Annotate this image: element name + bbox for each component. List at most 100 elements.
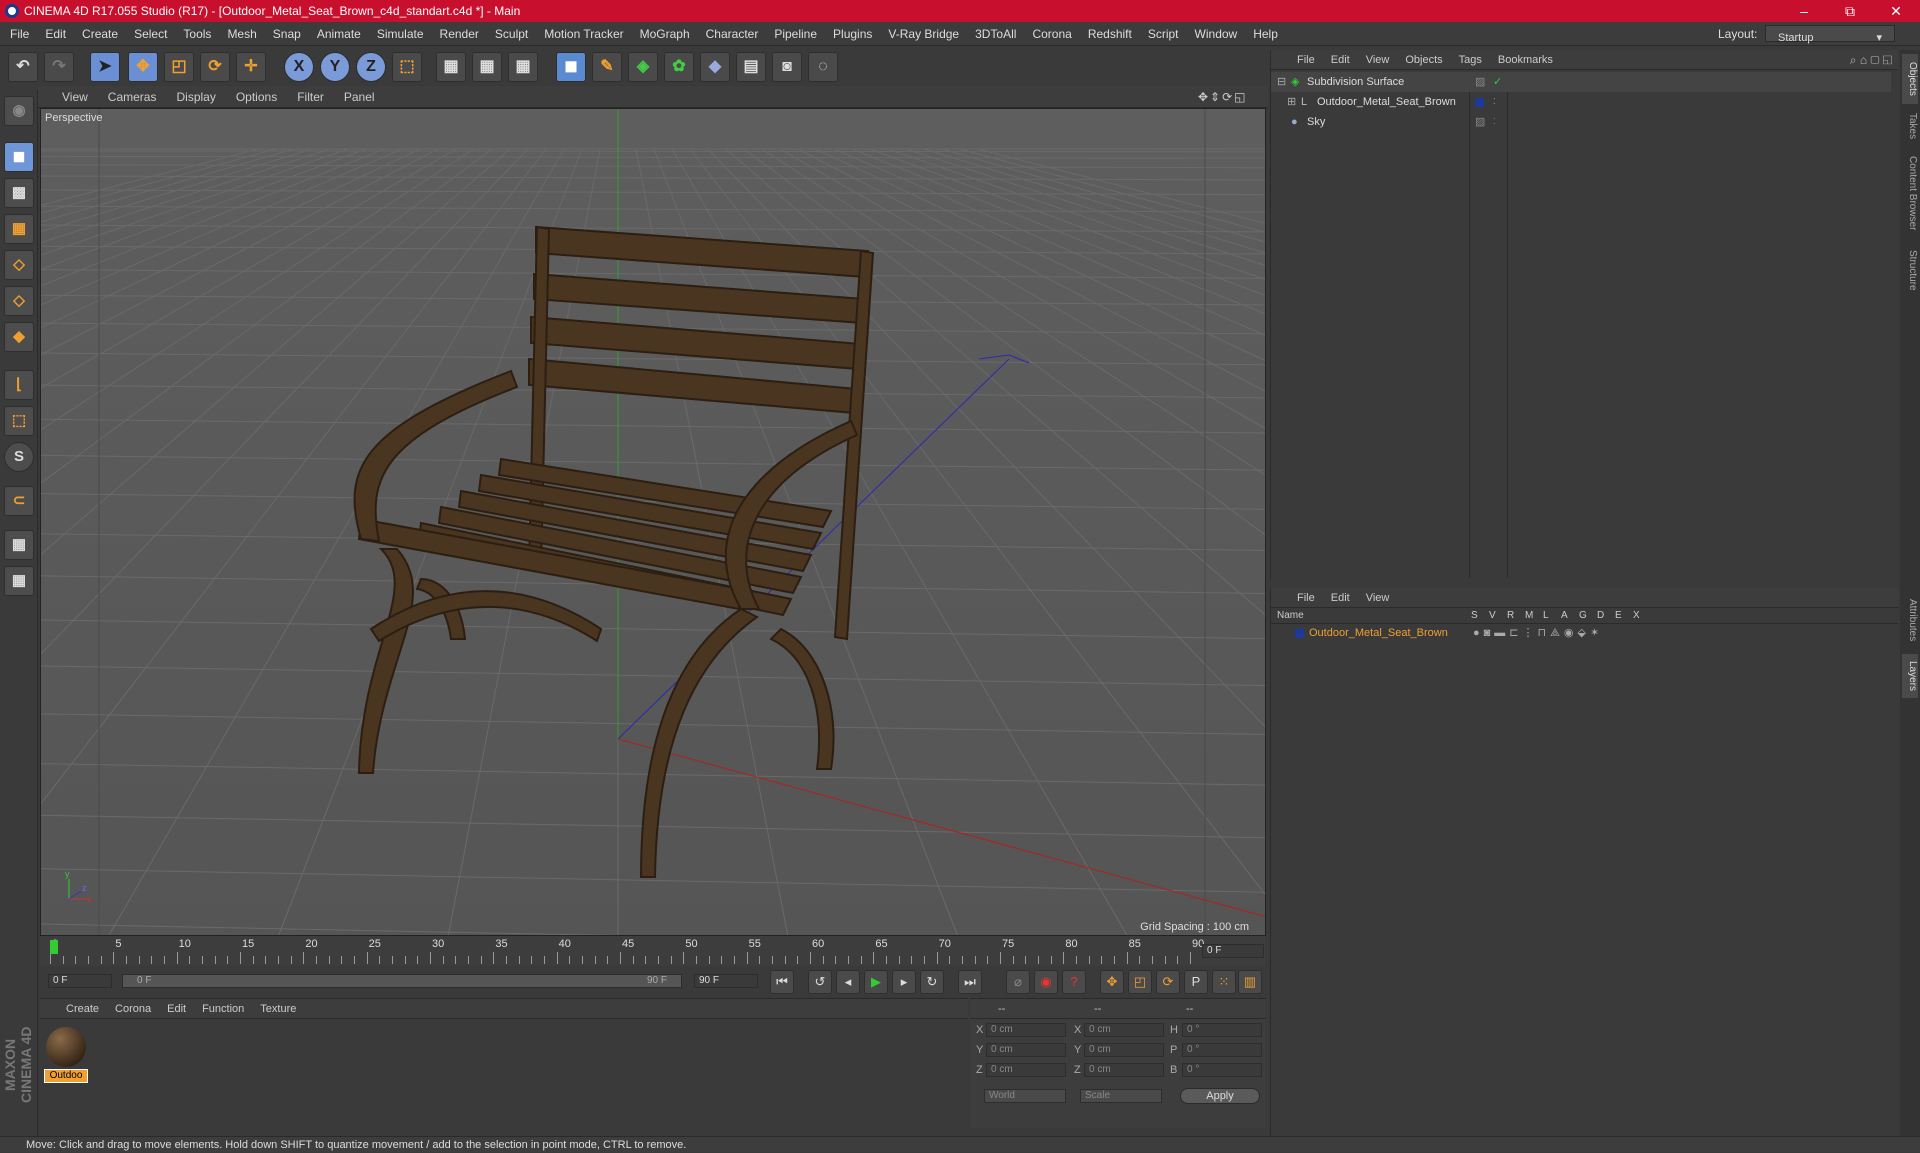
object-menu-view[interactable]: View — [1358, 50, 1398, 70]
enabled-check-icon[interactable]: ✓ — [1493, 72, 1502, 92]
coord-field[interactable]: 0 ° — [1182, 1063, 1262, 1077]
model-mode-icon[interactable]: ◼ — [4, 142, 34, 172]
menu-redshift[interactable]: Redshift — [1080, 22, 1140, 46]
tweak-mode-icon[interactable]: ⬚ — [4, 406, 34, 436]
go-to-end-icon[interactable]: ⏭ — [958, 970, 982, 994]
maximize-button[interactable]: ⧉ — [1830, 0, 1870, 22]
menu-window[interactable]: Window — [1187, 22, 1246, 46]
object-row-sky[interactable]: ● Sky ▨ ⁚ — [1271, 112, 1891, 132]
menu-create[interactable]: Create — [74, 22, 126, 46]
material-menu-texture[interactable]: Texture — [252, 999, 304, 1019]
edges-mode-icon[interactable]: ◇ — [4, 286, 34, 316]
floor-icon[interactable]: ▤ — [736, 52, 766, 82]
collapse-icon[interactable]: ⊟ — [1277, 72, 1286, 92]
object-row-subdivision-surface[interactable]: ⊟ ◈ Subdivision Surface ▨ ✓ — [1271, 72, 1891, 92]
key-scale-icon[interactable]: ◰ — [1128, 970, 1152, 994]
tab-structure[interactable]: Structure — [1902, 242, 1918, 298]
material-menu-corona[interactable]: Corona — [107, 999, 159, 1019]
viewport-menu-display[interactable]: Display — [166, 86, 225, 108]
visibility-icon[interactable]: ▨ — [1475, 112, 1485, 132]
spline-pen-icon[interactable]: ✎ — [592, 52, 622, 82]
viewport-menu-cameras[interactable]: Cameras — [98, 86, 167, 108]
coord-field[interactable]: 0 cm — [1084, 1063, 1164, 1077]
start-frame-field[interactable]: 0 F — [48, 974, 112, 988]
layer-menu-view[interactable]: View — [1358, 588, 1398, 608]
y-axis-lock-button[interactable]: Y — [320, 52, 350, 82]
menu-tools[interactable]: Tools — [175, 22, 219, 46]
layer-color-icon[interactable] — [1295, 629, 1304, 638]
keyframe-selection-icon[interactable]: ? — [1062, 970, 1086, 994]
menu-sculpt[interactable]: Sculpt — [487, 22, 536, 46]
menu-file[interactable]: File — [2, 22, 37, 46]
menu-character[interactable]: Character — [698, 22, 767, 46]
key-parameter-icon[interactable]: P — [1184, 970, 1208, 994]
menu-select[interactable]: Select — [126, 22, 175, 46]
world-select[interactable]: World — [984, 1089, 1066, 1103]
coord-field[interactable]: 0 cm — [1084, 1043, 1164, 1057]
go-to-start-icon[interactable]: ⏮ — [770, 970, 794, 994]
coord-field[interactable]: 0 cm — [1084, 1023, 1164, 1037]
layer-menu-edit[interactable]: Edit — [1323, 588, 1358, 608]
menu-simulate[interactable]: Simulate — [369, 22, 432, 46]
layer-color-icon[interactable] — [1475, 98, 1484, 107]
object-manager-tools-icon[interactable]: ⌕ ⌂ ▢ ◱ — [1850, 53, 1892, 68]
layer-column-e[interactable]: E — [1615, 608, 1622, 624]
layer-column-a[interactable]: A — [1561, 608, 1568, 624]
timeline-window-icon[interactable]: ▥ — [1238, 970, 1262, 994]
menu-motion-tracker[interactable]: Motion Tracker — [536, 22, 631, 46]
minimize-button[interactable]: – — [1784, 0, 1824, 22]
menu-mograph[interactable]: MoGraph — [632, 22, 698, 46]
select-tool-icon[interactable]: ➤ — [90, 52, 120, 82]
material-swatch[interactable]: Outdoo — [44, 1025, 88, 1083]
key-pla-icon[interactable]: ⁙ — [1212, 970, 1236, 994]
x-axis-lock-button[interactable]: X — [284, 52, 314, 82]
viewport-menu-panel[interactable]: Panel — [334, 86, 385, 108]
auto-keying-icon[interactable]: ◉ — [1034, 970, 1058, 994]
solo-icon[interactable]: S — [4, 442, 34, 472]
make-editable-icon[interactable]: ◉ — [4, 96, 34, 126]
visibility-dots-icon[interactable]: ⁚ — [1493, 112, 1496, 132]
subdivision-surface-icon[interactable]: ◈ — [628, 52, 658, 82]
material-menu-create[interactable]: Create — [58, 999, 107, 1019]
tab-content-browser[interactable]: Content Browser — [1902, 148, 1918, 238]
visibility-icon[interactable]: ▨ — [1475, 72, 1485, 92]
render-view-icon[interactable]: ▦ — [436, 52, 466, 82]
layer-name[interactable]: Outdoor_Metal_Seat_Brown — [1309, 624, 1448, 642]
deformer-icon[interactable]: ◆ — [700, 52, 730, 82]
menu-3dtoall[interactable]: 3DToAll — [967, 22, 1024, 46]
layer-column-d[interactable]: D — [1597, 608, 1604, 624]
coord-field[interactable]: 0 cm — [986, 1043, 1066, 1057]
points-mode-icon[interactable]: ◇ — [4, 250, 34, 280]
move-tool-icon[interactable]: ✥ — [128, 52, 158, 82]
previous-frame-icon[interactable]: ◂ — [836, 970, 860, 994]
menu-v-ray-bridge[interactable]: V-Ray Bridge — [880, 22, 967, 46]
layer-column-v[interactable]: V — [1489, 608, 1496, 624]
z-axis-lock-button[interactable]: Z — [356, 52, 386, 82]
layer-row[interactable]: Outdoor_Metal_Seat_Brown ●◙▬⊏⋮⊓⟁◉⬙✶ — [1271, 624, 1898, 642]
camera-label[interactable]: Perspective — [45, 112, 102, 124]
key-rotation-icon[interactable]: ⟳ — [1156, 970, 1180, 994]
current-frame-field[interactable]: 0 F — [1202, 944, 1264, 958]
layer-column-r[interactable]: R — [1507, 608, 1514, 624]
key-position-icon[interactable]: ✥ — [1100, 970, 1124, 994]
grid-lock-icon[interactable]: ▦ — [4, 530, 34, 560]
layout-select[interactable]: Startup ▾ — [1765, 25, 1895, 44]
coordinate-system-icon[interactable]: ⬚ — [392, 52, 422, 82]
previous-key-icon[interactable]: ↺ — [808, 970, 832, 994]
object-menu-edit[interactable]: Edit — [1323, 50, 1358, 70]
object-row-outdoor-metal-seat[interactable]: ⊞ L Outdoor_Metal_Seat_Brown ⁚ — [1271, 92, 1891, 112]
grid-rotate-icon[interactable]: ▦ — [4, 566, 34, 596]
timeline-ruler[interactable]: 051015202530354045505560657075808590 0 F — [40, 936, 1266, 966]
coord-field[interactable]: 0 cm — [986, 1063, 1066, 1077]
cube-object-icon[interactable]: ◼ — [556, 52, 586, 82]
layer-column-x[interactable]: X — [1633, 608, 1640, 624]
tab-attributes[interactable]: Attributes — [1902, 590, 1918, 650]
layer-column-l[interactable]: L — [1543, 608, 1549, 624]
material-menu-function[interactable]: Function — [194, 999, 252, 1019]
redo-button[interactable]: ↷ — [44, 52, 74, 82]
snap-magnet-icon[interactable]: ⊂ — [4, 486, 34, 516]
layer-column-s[interactable]: S — [1471, 608, 1478, 624]
playhead-marker[interactable] — [50, 940, 58, 954]
workplane-mode-icon[interactable]: ▦ — [4, 214, 34, 244]
live-selection-icon[interactable]: ✛ — [236, 52, 266, 82]
